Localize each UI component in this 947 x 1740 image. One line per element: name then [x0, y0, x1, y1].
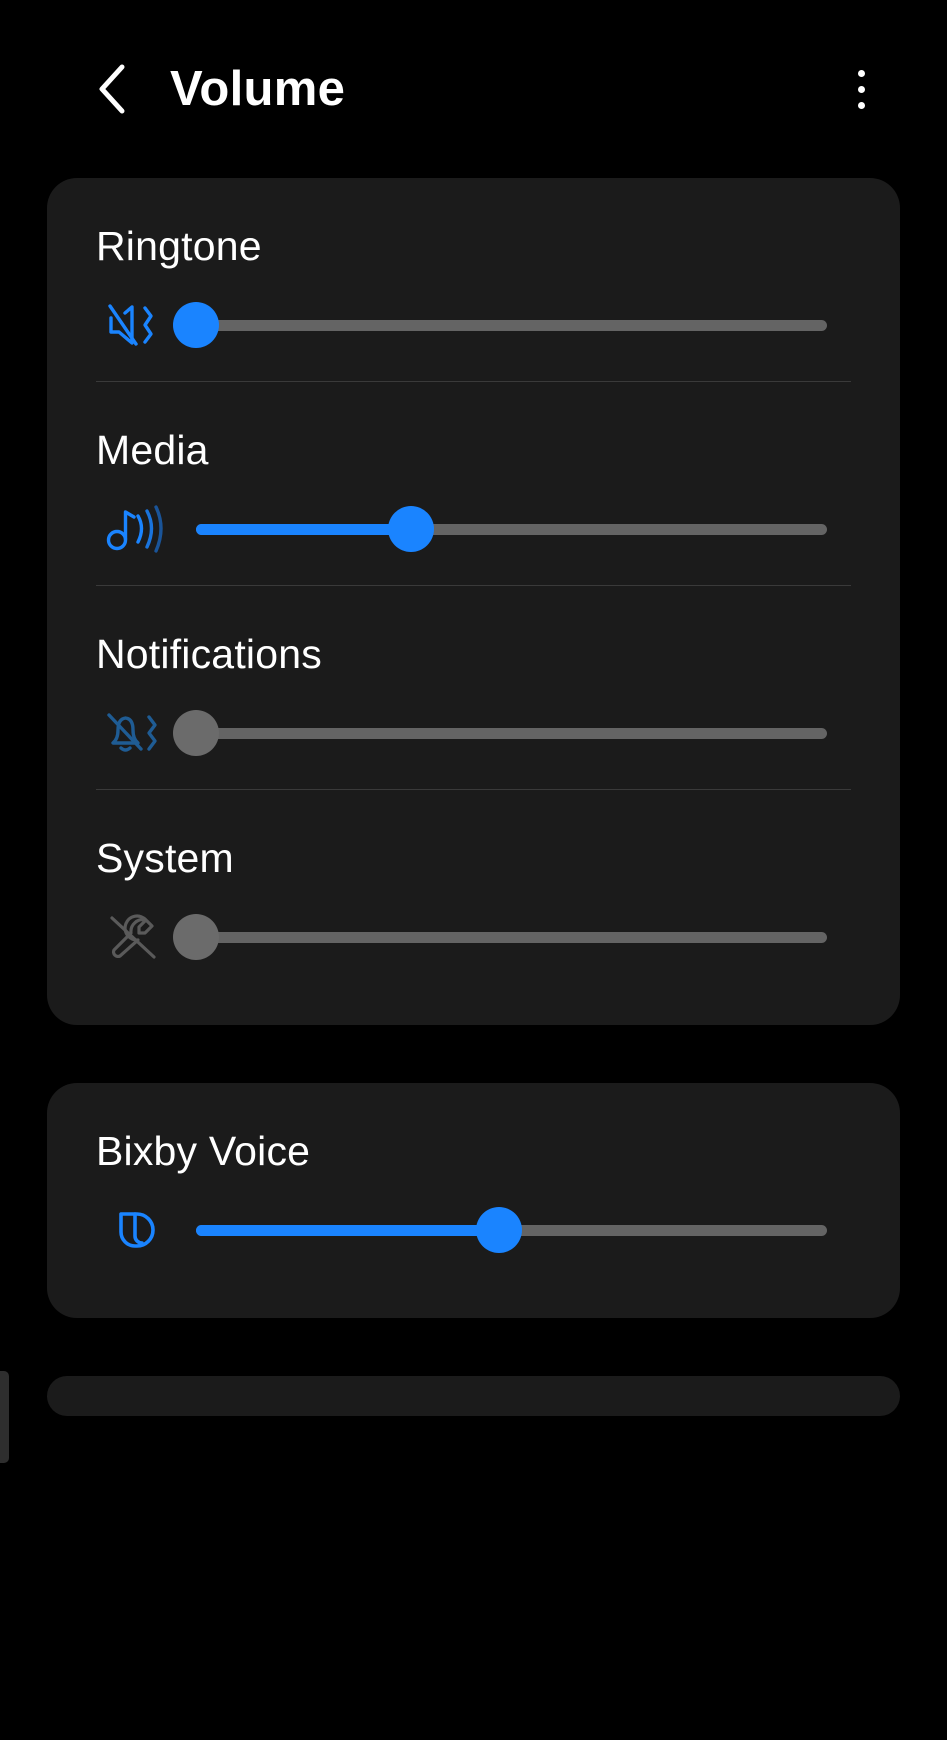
- chevron-left-icon: [92, 61, 132, 117]
- slider-fill: [196, 1224, 499, 1236]
- bixby-logo-icon[interactable]: [98, 1193, 172, 1267]
- system-label: System: [96, 835, 234, 882]
- volume-group-bixby-voice: Bixby Voice: [47, 1083, 900, 1286]
- music-note-waves-icon[interactable]: [98, 492, 172, 566]
- slider-thumb[interactable]: [173, 914, 219, 961]
- bixby-voice-volume-slider[interactable]: [196, 1207, 827, 1254]
- main-volume-card: Ringtone Media Notifications System: [47, 178, 900, 1026]
- back-button[interactable]: [84, 61, 140, 117]
- volume-group-media: Media: [47, 382, 900, 585]
- notifications-label: Notifications: [96, 631, 322, 678]
- slider-track: [196, 319, 827, 331]
- volume-group-notifications: Notifications: [47, 586, 900, 789]
- next-card-partial: [47, 1376, 900, 1417]
- slider-thumb[interactable]: [475, 1207, 522, 1254]
- more-vertical-icon: [857, 69, 865, 109]
- ringtone-label: Ringtone: [96, 223, 262, 269]
- system-volume-slider[interactable]: [173, 914, 827, 961]
- bell-mute-vibrate-icon[interactable]: [98, 696, 172, 770]
- media-volume-slider[interactable]: [196, 506, 827, 553]
- slider-track: [196, 727, 827, 739]
- volume-group-ringtone: Ringtone: [47, 178, 900, 381]
- media-label: Media: [96, 427, 209, 474]
- slider-thumb[interactable]: [173, 710, 219, 757]
- bixby-voice-label: Bixby Voice: [96, 1128, 311, 1175]
- volume-group-system: System: [47, 790, 900, 993]
- notifications-slider-row: [96, 677, 851, 789]
- notifications-volume-slider[interactable]: [173, 710, 827, 757]
- slider-fill: [196, 523, 411, 535]
- wrench-muted-icon[interactable]: [98, 900, 172, 974]
- edge-gesture-handle[interactable]: [0, 1371, 9, 1463]
- page-title: Volume: [170, 62, 346, 116]
- bixby-voice-slider-row: [96, 1174, 851, 1286]
- volume-mute-vibrate-icon[interactable]: [98, 288, 172, 362]
- media-slider-row: [96, 473, 851, 585]
- more-options-button[interactable]: [833, 59, 889, 119]
- ringtone-slider-row: [96, 269, 851, 381]
- slider-track: [196, 931, 827, 943]
- bixby-voice-card: Bixby Voice: [47, 1083, 900, 1319]
- slider-thumb[interactable]: [387, 506, 434, 553]
- app-header: Volume: [0, 0, 947, 178]
- ringtone-volume-slider[interactable]: [173, 302, 827, 349]
- slider-thumb[interactable]: [173, 302, 219, 349]
- system-slider-row: [96, 881, 851, 993]
